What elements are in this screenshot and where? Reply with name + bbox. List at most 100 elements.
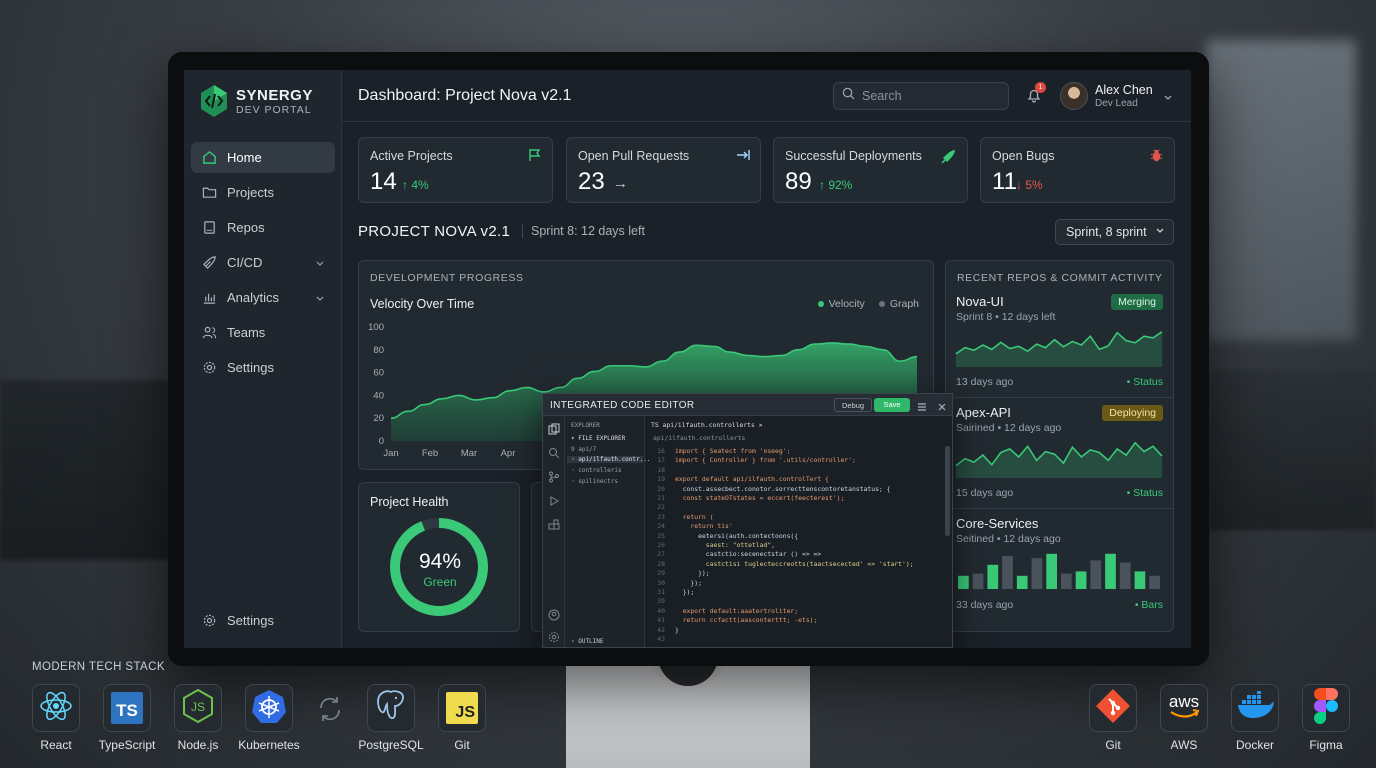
line-number: 24 [657,522,665,531]
code-text: }); [675,569,710,578]
tech-tile-git[interactable] [1089,684,1137,732]
line-number: 31 [657,588,665,596]
code-line: 19 export default api/ilfauth.controlTert… [645,475,829,484]
tech-tile-postgresql[interactable] [367,684,415,732]
line-number: 39 [657,597,665,606]
editor-scrollbar[interactable] [945,446,950,536]
outline-heading[interactable]: › OUTLINE [571,638,604,645]
activity-bar [1031,558,1043,589]
sidebar-item-cicd[interactable]: CI/CD [191,247,335,278]
tab-editor-file[interactable]: TS api/ilfauth.controllerts ✕ [651,421,763,429]
code-pane[interactable]: TS api/ilfauth.controllerts ✕ api/ilfaut… [645,416,952,647]
search-icon[interactable] [548,446,560,464]
repo-updated: 15 days ago [956,487,1014,499]
repo-card-apex-api[interactable]: Apex-API Sairined • 12 days ago Deployin… [946,398,1174,509]
save-button[interactable]: Save [874,398,910,412]
breadcrumb: api/ilfauth.controllerts [653,434,746,442]
stat-label: Active Projects [370,149,453,163]
chevron-down-icon[interactable] [1163,90,1173,108]
background-window [1206,40,1356,340]
file-tree-item[interactable]: 9 api/7 [571,446,596,453]
user-name: Alex Chen [1095,83,1153,97]
debug-button[interactable]: Debug [834,398,873,412]
sidebar-item-teams[interactable]: Teams [191,317,335,348]
user-role: Dev Lead [1095,98,1138,109]
stat-value: 23 [578,168,605,195]
tech-tile-kubernetes[interactable] [245,684,293,732]
git-icon [1096,688,1130,728]
files-icon[interactable] [548,422,560,440]
sidebar-item-settings[interactable]: Settings [191,352,335,383]
avatar[interactable] [1060,82,1088,110]
stat-value: 11 [992,168,1017,195]
run-icon[interactable] [548,494,560,512]
sidebar-item-label: CI/CD [227,255,263,270]
search-box[interactable] [833,82,1009,110]
code-line: 28 castctisi tuglecteccreotts(taactsecec… [645,559,914,569]
line-number: 18 [657,465,665,474]
tech-tile-aws[interactable]: aws [1160,684,1208,732]
close-icon[interactable] [937,399,947,417]
sidebar-item-label: Teams [227,325,266,340]
sidebar-item-analytics[interactable]: Analytics [191,282,335,313]
sidebar-item-projects[interactable]: Projects [191,177,335,208]
line-number: 29 [657,569,665,578]
stat-card-open-bugs[interactable]: Open Bugs 11 ↓ 5% [980,137,1175,203]
tech-tile-typescript[interactable]: TS [103,684,151,732]
tech-tile-javascript[interactable]: JS [438,684,486,732]
tech-tile-react[interactable] [32,684,80,732]
bug-icon [1149,148,1164,168]
gear-icon[interactable] [548,630,560,647]
repo-status-link[interactable]: • Status [1127,487,1163,499]
users-icon [201,325,217,341]
line-number: 28 [657,559,665,568]
repo-status-link[interactable]: • Bars [1135,599,1163,611]
code-text: castctio:secenectstar () => => [675,550,822,559]
sidebar-item-settings-bottom[interactable]: Settings [191,605,335,636]
search-input[interactable] [862,89,1002,103]
y-tick-label: 60 [373,368,384,379]
activity-bar [1075,571,1087,589]
sprint-info: Sprint 8: 12 days left [522,224,645,238]
code-line: 42} [645,626,679,635]
sidebar-item-repos[interactable]: Repos [191,212,335,243]
notifications-button[interactable]: 1 [1026,82,1046,108]
chevron-down-icon[interactable] [315,292,325,307]
file-tree-item-selected[interactable]: ◦ api/ilfauth.contr... [567,456,650,463]
account-icon[interactable] [548,608,560,626]
file-tree-item[interactable]: ◦ controlleris [571,467,622,474]
tech-tile-nodejs[interactable]: JS [174,684,222,732]
tech-tile-docker[interactable] [1231,684,1279,732]
file-explorer-heading[interactable]: ▾ FILE EXPLORER [571,435,625,442]
sprint-select[interactable]: Sprint, 8 sprint [1055,219,1174,245]
repo-status-link[interactable]: • Status [1127,376,1163,388]
app-logo[interactable]: SYNERGY DEV PORTAL [200,84,313,118]
stat-value: 14 [370,168,397,195]
stat-card-successful-deployments[interactable]: Successful Deployments 89 ↑ 92% [773,137,968,203]
tech-tile-figma[interactable] [1302,684,1350,732]
chevron-down-icon[interactable] [315,257,325,272]
stat-label: Successful Deployments [785,149,922,163]
repo-card-nova-ui[interactable]: Nova-UI Sprint 8 • 12 days left Merging … [946,287,1174,398]
code-line: 16 import { Seatect from 'oseeg'; [645,447,790,456]
line-number: 20 [657,484,665,493]
tech-label: Figma [1309,738,1343,752]
repo-card-core-services[interactable]: Core-Services Seitined • 12 days ago 33 … [946,509,1174,620]
stat-card-active-projects[interactable]: Active Projects 14 ↑ 4% [358,137,553,203]
code-text: eetersi(auth.contectoons({ [675,531,799,540]
code-line: 24 return tis' [645,522,732,531]
sidebar-item-home[interactable]: Home [191,142,335,173]
code-text: export default:aaatertroliter; [675,606,799,615]
chevron-down-icon [1155,225,1165,239]
code-line: 18 [645,466,675,475]
stat-card-open-pull-requests[interactable]: Open Pull Requests 23 → [566,137,761,203]
project-health-panel: Project Health 94% Green [358,482,520,632]
code-text: export default api/ilfauth.controlTert { [675,475,829,484]
extensions-icon[interactable] [548,518,560,536]
file-tree-item[interactable]: ◦ spilinectrs [571,478,618,485]
line-number: 26 [657,541,665,549]
code-text: castctisi tuglecteccreotts(taactsecected… [675,559,914,568]
source-control-icon[interactable] [548,470,560,488]
activity-bar [1105,553,1116,589]
menu-icon[interactable] [917,399,927,417]
